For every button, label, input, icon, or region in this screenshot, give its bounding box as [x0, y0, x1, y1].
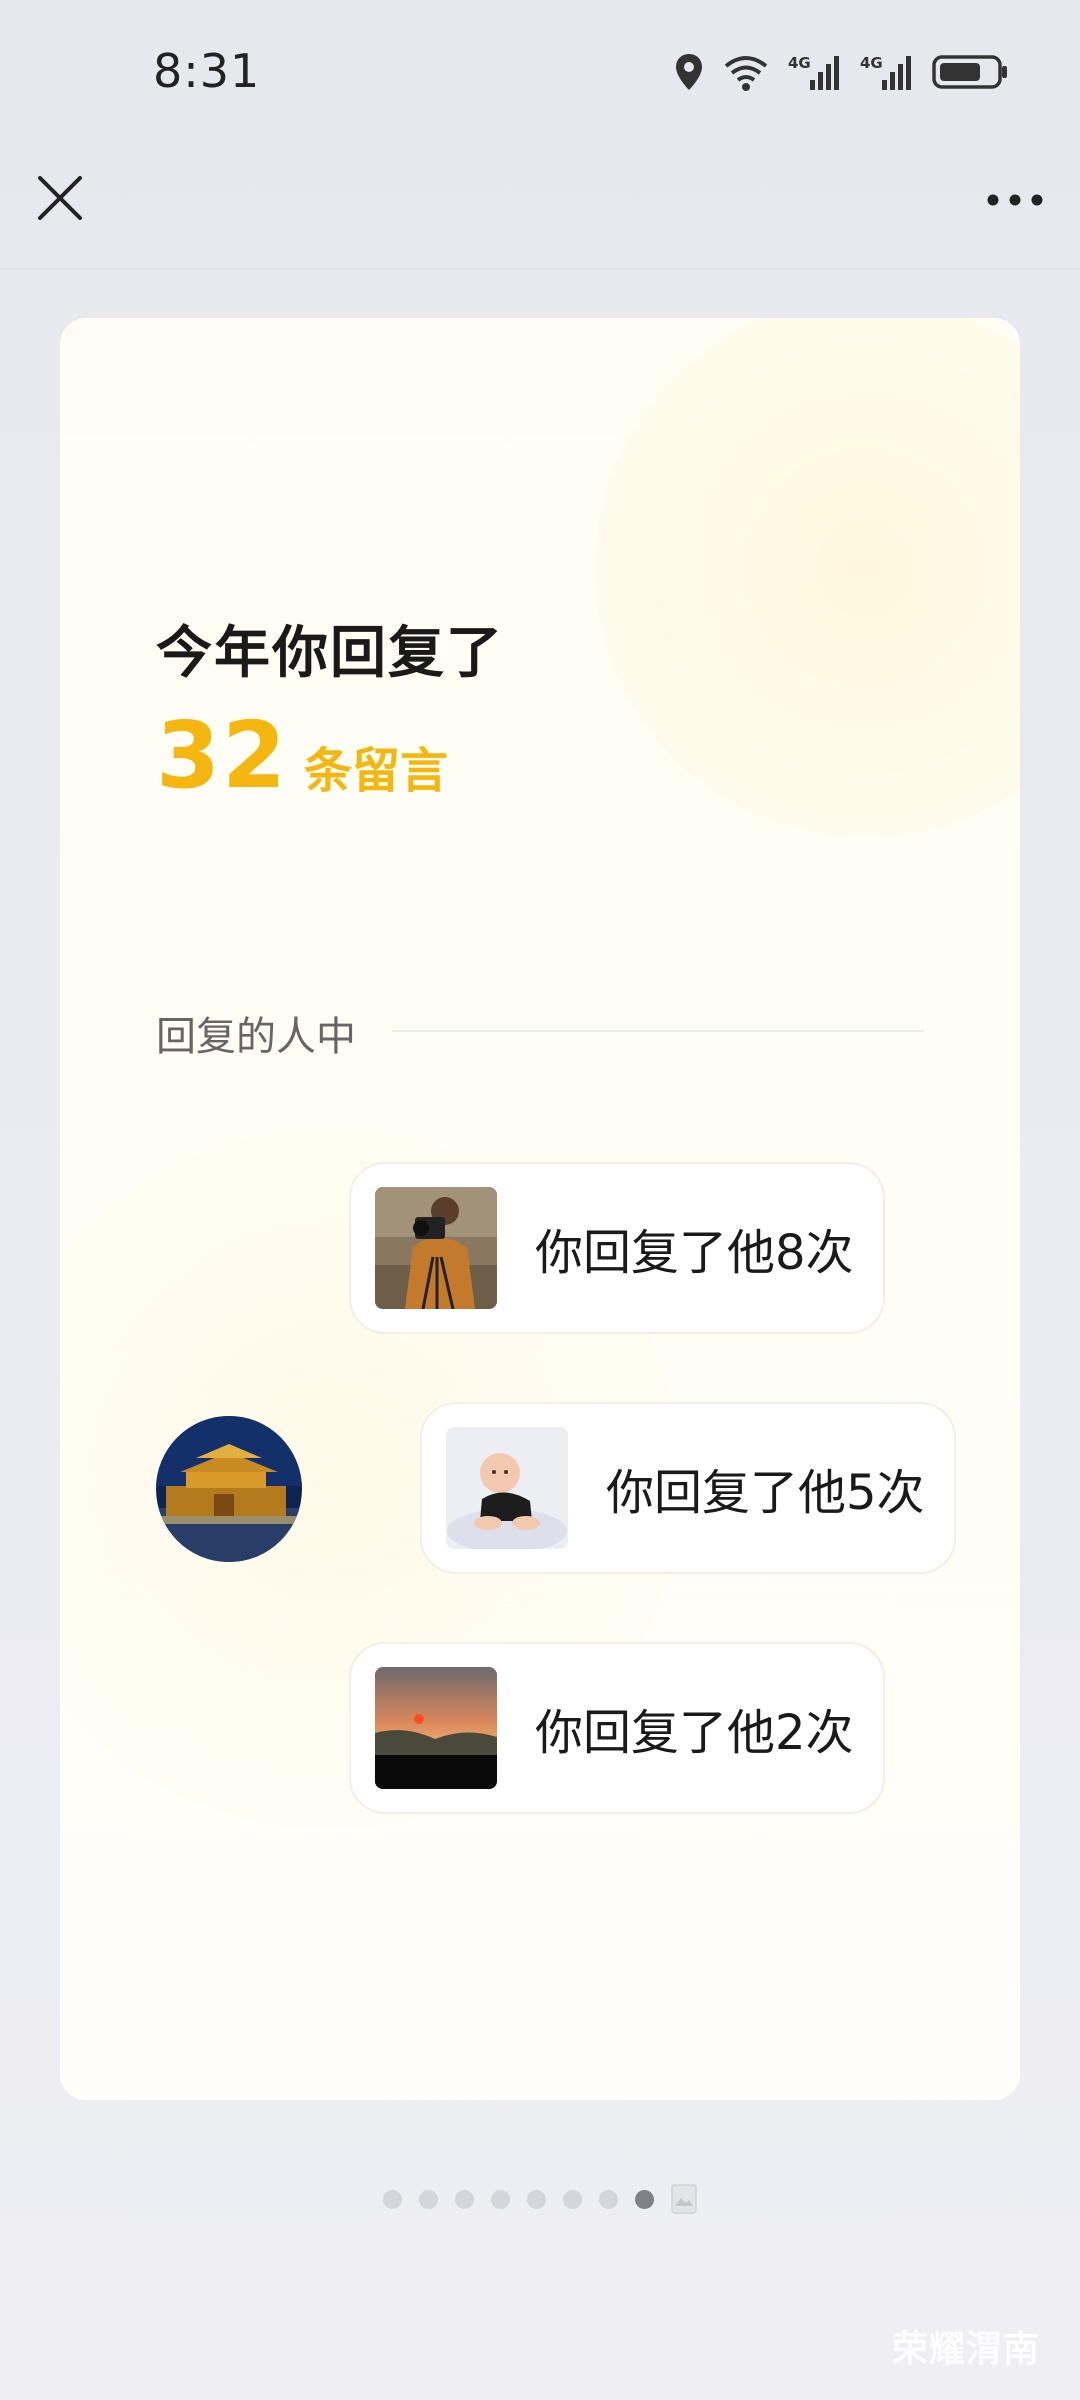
- page-indicator: [0, 2184, 1080, 2214]
- count-row: 32 条留言: [156, 702, 448, 809]
- page-dot[interactable]: [599, 2189, 618, 2209]
- signal-2-icon: 4G: [860, 52, 914, 92]
- decor-circle: [595, 318, 1020, 838]
- section-label: 回复的人中: [156, 1014, 356, 1060]
- reply-card[interactable]: 你回复了他2次: [349, 1642, 885, 1814]
- image-page-icon[interactable]: [671, 2184, 697, 2214]
- reply-count-text: 你回复了他2次: [535, 1705, 854, 1761]
- headline: 今年你回复了: [156, 621, 504, 686]
- baby-photo-icon: [446, 1427, 568, 1549]
- watermark: 荣耀渭南: [891, 2329, 1040, 2370]
- page-dot[interactable]: [491, 2189, 510, 2209]
- close-button[interactable]: [30, 168, 90, 228]
- status-time: 8:31: [153, 44, 261, 98]
- status-icons: 4G 4G: [674, 50, 1010, 94]
- page-dot[interactable]: [383, 2189, 402, 2209]
- reply-count: 32: [156, 702, 289, 809]
- page-dot-active[interactable]: [635, 2189, 654, 2209]
- top-bar: [0, 140, 1080, 270]
- status-bar: 8:31 4G 4G: [0, 0, 1080, 140]
- page-dot[interactable]: [419, 2189, 438, 2209]
- city-gate-avatar-icon[interactable]: [156, 1416, 302, 1562]
- summary-card: 今年你回复了 32 条留言 回复的人中 你回复了他8次 你回复了他5次 你回复了…: [60, 318, 1020, 2100]
- more-button[interactable]: [980, 170, 1050, 230]
- reply-count-text: 你回复了他8次: [535, 1225, 854, 1281]
- wifi-icon: [722, 52, 770, 92]
- page-dot[interactable]: [455, 2189, 474, 2209]
- location-icon: [674, 52, 704, 92]
- reply-count-text: 你回复了他5次: [606, 1465, 925, 1521]
- sunset-photo-icon: [375, 1667, 497, 1789]
- reply-count-unit: 条留言: [304, 743, 449, 799]
- svg-text:4G: 4G: [788, 54, 811, 72]
- photographer-photo-icon: [375, 1187, 497, 1309]
- svg-text:4G: 4G: [860, 54, 883, 72]
- reply-card[interactable]: 你回复了他8次: [349, 1162, 885, 1334]
- page-dot[interactable]: [563, 2189, 582, 2209]
- more-icon: [987, 194, 1043, 206]
- close-icon: [38, 176, 82, 220]
- section-divider: [392, 1030, 924, 1032]
- battery-icon: [932, 52, 1010, 92]
- page-dot[interactable]: [527, 2189, 546, 2209]
- signal-1-icon: 4G: [788, 52, 842, 92]
- reply-card[interactable]: 你回复了他5次: [420, 1402, 956, 1574]
